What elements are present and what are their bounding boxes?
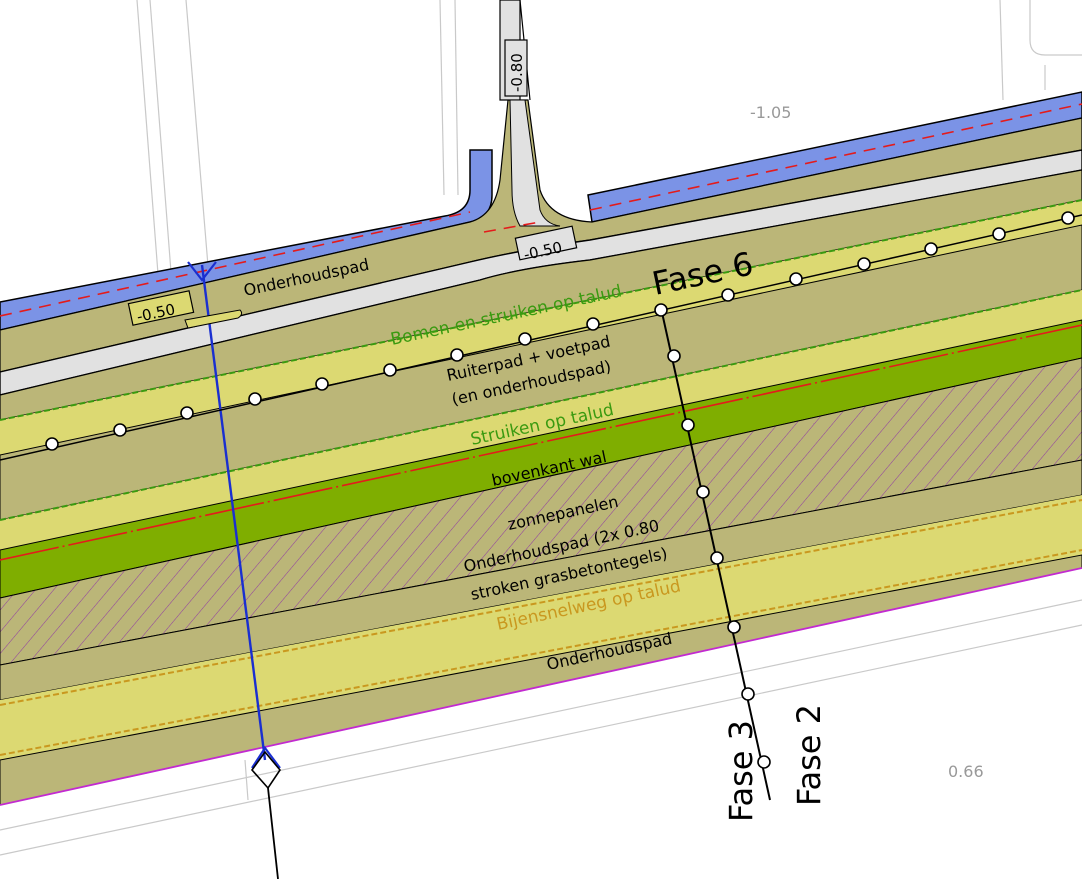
marker-dot — [1061, 211, 1075, 225]
marker-dot — [248, 392, 262, 406]
level-top-right: -1.05 — [750, 103, 791, 122]
marker-dot — [857, 257, 871, 271]
marker-dot — [924, 242, 938, 256]
marker-dot — [992, 227, 1006, 241]
marker-dot — [180, 406, 194, 420]
label-fase-3: Fase 3 — [722, 720, 760, 822]
marker-dot — [696, 485, 710, 499]
marker-dot — [315, 377, 329, 391]
level-stem: -0.80 — [508, 53, 526, 92]
marker-dot — [741, 687, 755, 701]
level-bottom-right: 0.66 — [948, 762, 984, 781]
marker-dot — [721, 288, 735, 302]
label-fase-2: Fase 2 — [790, 704, 828, 806]
marker-dot — [667, 349, 681, 363]
marker-dot — [113, 423, 127, 437]
marker-dot — [710, 551, 724, 565]
marker-dot — [727, 620, 741, 634]
marker-dot — [789, 272, 803, 286]
site-plan-drawing: -1.05 0.66 -0.80 -0.50 -0.50 Onderhoudsp… — [0, 0, 1082, 879]
marker-dot — [586, 317, 600, 331]
marker-dot — [681, 418, 695, 432]
marker-dot — [383, 363, 397, 377]
marker-dot — [45, 437, 59, 451]
marker-dot — [654, 303, 668, 317]
marker-dot — [518, 332, 532, 346]
marker-dot — [450, 348, 464, 362]
